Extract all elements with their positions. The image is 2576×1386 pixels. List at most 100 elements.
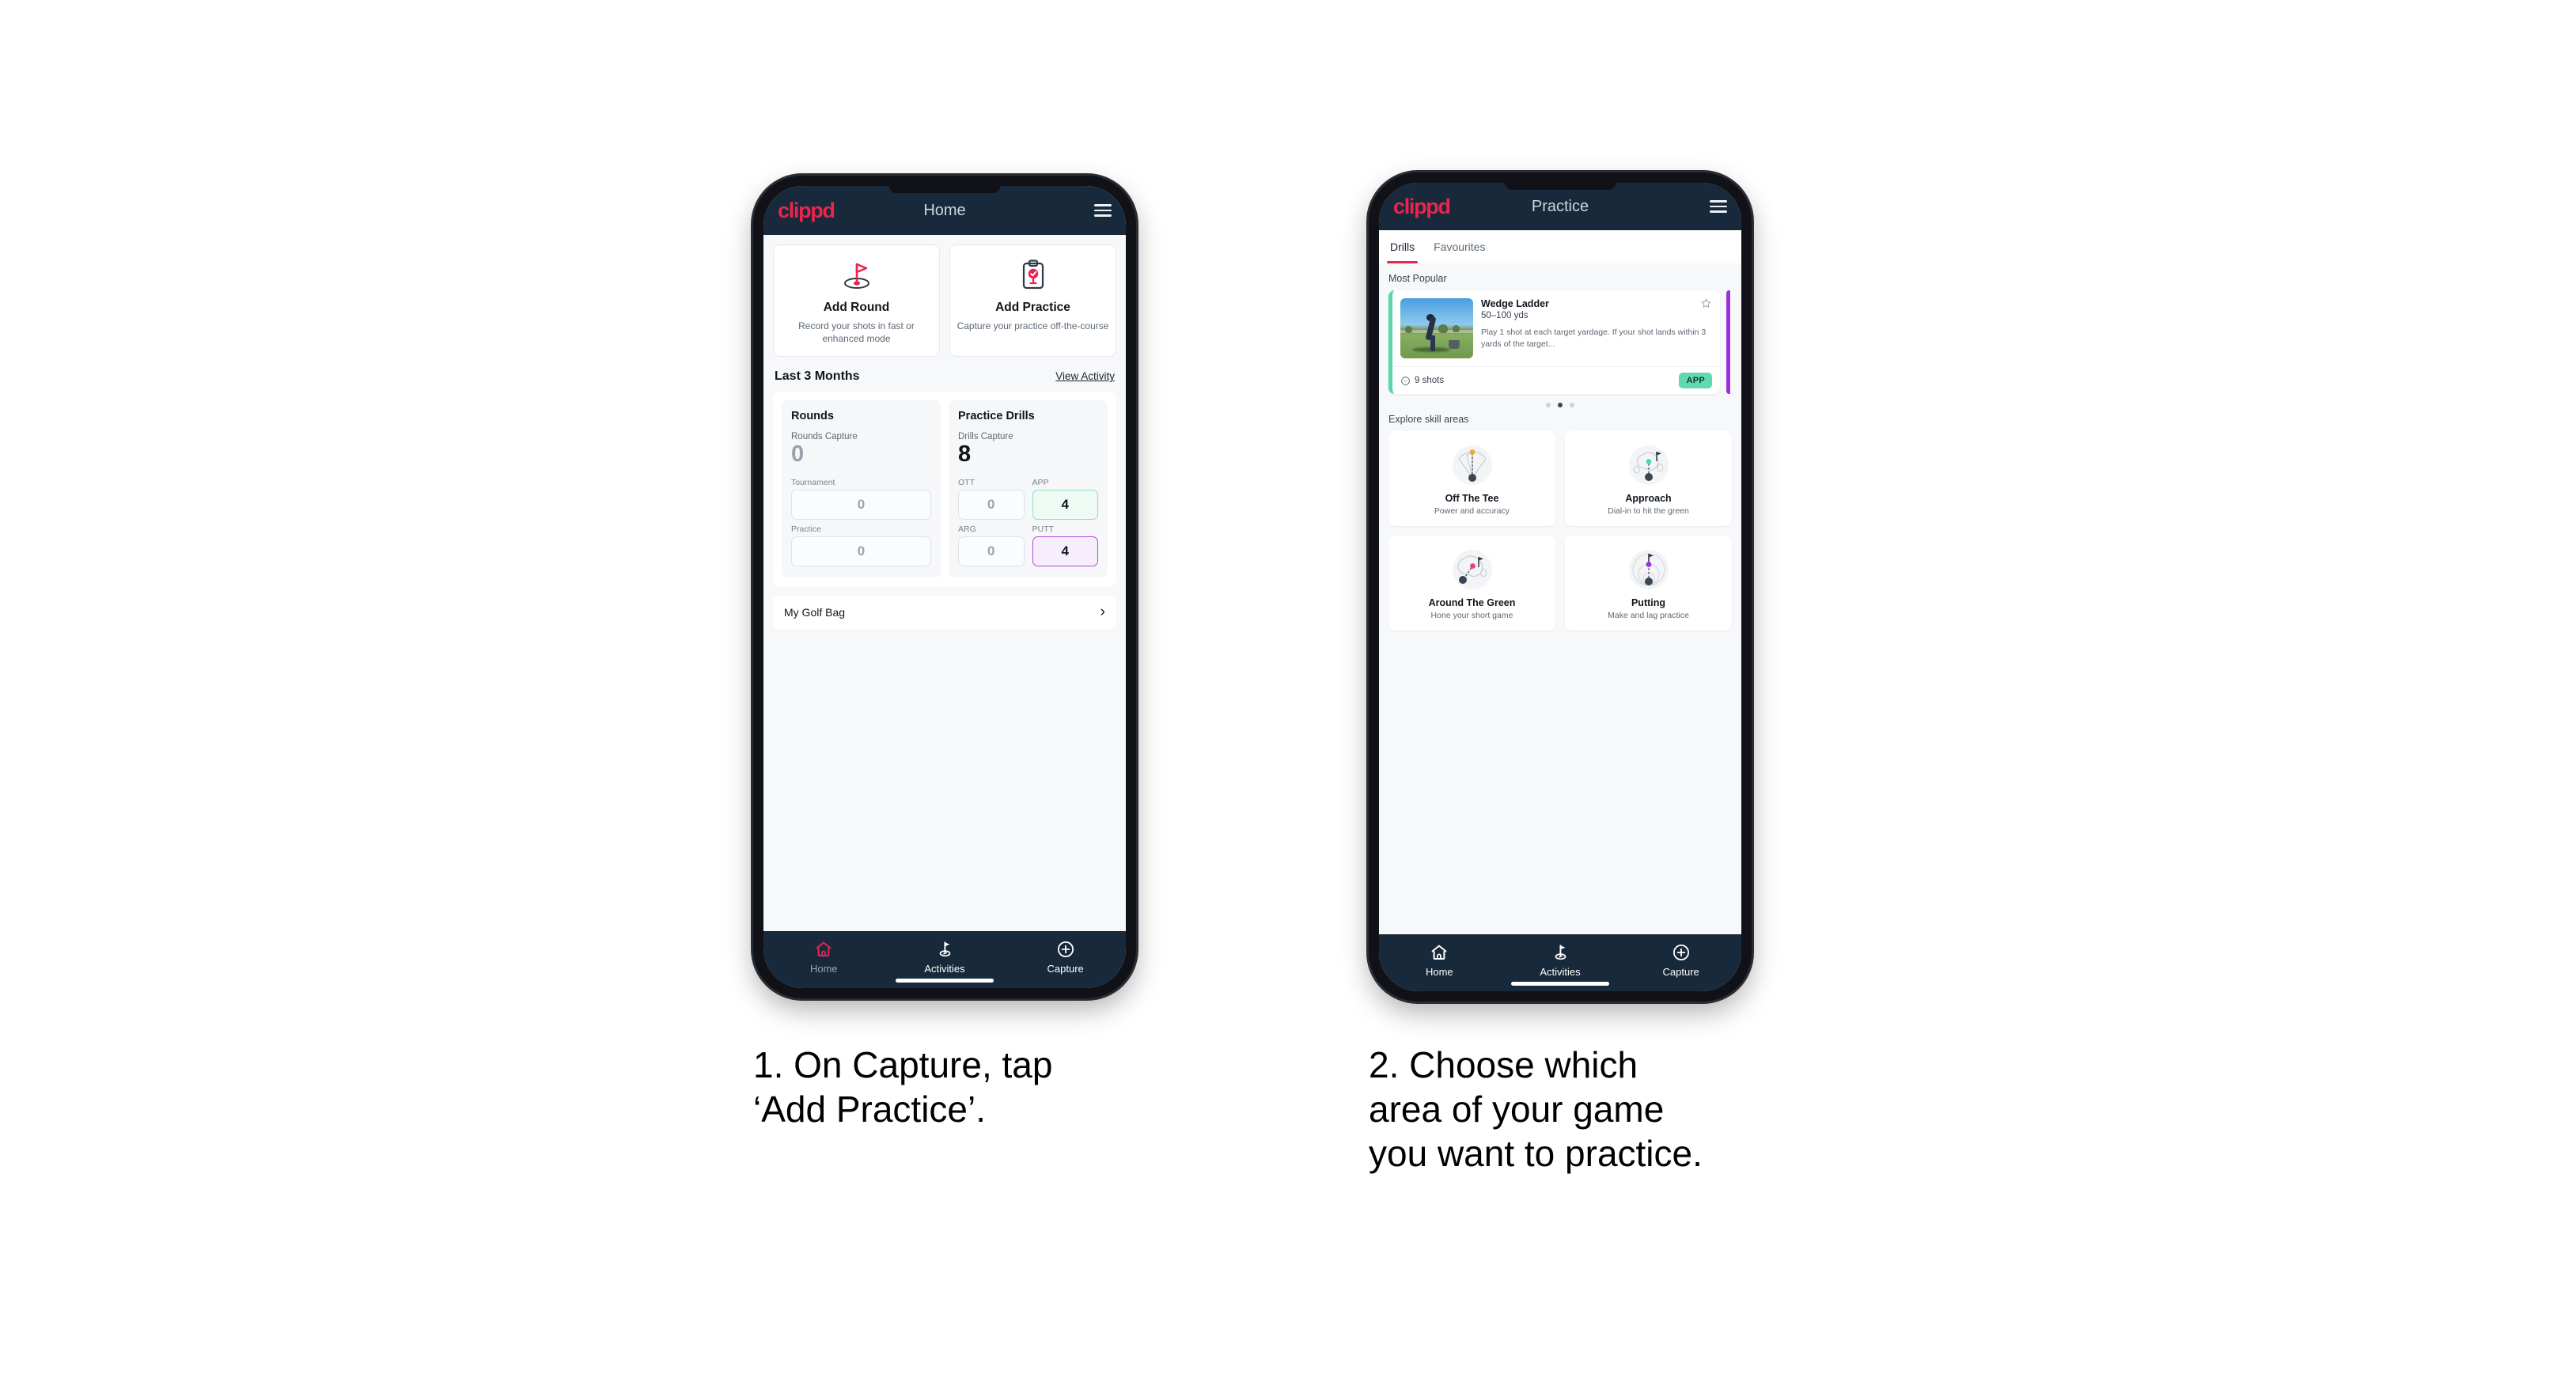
rounds-metric-grid: Tournament 0 Practice 0	[791, 478, 931, 566]
approach-icon	[1571, 441, 1726, 488]
add-round-subtitle: Record your shots in fast or enhanced mo…	[798, 320, 915, 345]
nav-label-activities: Activities	[1540, 966, 1581, 978]
rounds-title: Rounds	[791, 410, 834, 423]
metric-label: Tournament	[791, 477, 835, 487]
metric-value: 0	[958, 489, 1025, 520]
my-golf-bag-row[interactable]: My Golf Bag ›	[773, 595, 1116, 629]
rounds-capture-value: 0	[791, 441, 805, 468]
drill-shots: 9 shots	[1400, 376, 1444, 386]
rounds-stats-column: Rounds Rounds Capture 0 Tournament 0 Pra…	[782, 400, 941, 578]
phone-screen-home: clippd Home Add Round Record your shots …	[763, 186, 1126, 988]
view-activity-link[interactable]: View Activity	[1055, 370, 1115, 382]
drill-title: Wedge Ladder	[1481, 298, 1549, 309]
practice-scroll-area[interactable]: Most Popular Wedge Ladder 50–100 yds Pla…	[1379, 263, 1741, 934]
app-header: clippd Practice	[1379, 183, 1741, 230]
hamburger-icon[interactable]	[1710, 200, 1727, 213]
bottom-navigation-practice: Home Activities Capture	[1379, 934, 1741, 991]
skill-card-around-the-green[interactable]: Around The Green Hone your short game	[1388, 536, 1555, 631]
practice-tabs: Drills Favourites	[1379, 230, 1741, 263]
add-practice-subtitle: Capture your practice off-the-course	[957, 320, 1109, 331]
phone-mockup-practice: clippd Practice Drills Favourites Most P…	[1369, 172, 1752, 1002]
metric-value: 4	[1032, 536, 1098, 566]
clippd-logo[interactable]: clippd	[778, 199, 835, 223]
skill-card-approach[interactable]: Approach Dial-in to hit the green	[1565, 431, 1732, 526]
golf-activities-icon	[939, 941, 951, 957]
metric-label: ARG	[958, 524, 976, 534]
practice-drills-stats-column: Practice Drills Drills Capture 8 OTT 0 A…	[949, 400, 1108, 578]
nav-label-activities: Activities	[924, 963, 965, 975]
metric-value: 4	[1032, 489, 1098, 520]
hamburger-bar	[1094, 209, 1112, 212]
skill-card-putting[interactable]: Putting Make and lag practice	[1565, 536, 1732, 631]
carousel-dot-active[interactable]	[1558, 403, 1563, 407]
metric-app[interactable]: APP 4	[1032, 478, 1098, 520]
drill-card-next-peek[interactable]	[1726, 290, 1732, 394]
drill-thumbnail	[1400, 298, 1473, 358]
skill-subtitle: Power and accuracy	[1434, 506, 1510, 516]
nav-item-home[interactable]: Home	[1380, 943, 1499, 978]
metric-putt[interactable]: PUTT 4	[1032, 524, 1098, 566]
drill-tag-badge: APP	[1679, 373, 1712, 388]
skill-name: Approach	[1625, 493, 1672, 504]
nav-item-activities[interactable]: Activities	[885, 940, 1004, 975]
carousel-dot[interactable]	[1546, 403, 1551, 407]
add-practice-card[interactable]: Add Practice Capture your practice off-t…	[949, 244, 1116, 358]
chevron-right-icon: ›	[1100, 604, 1105, 621]
clippd-logo[interactable]: clippd	[1393, 195, 1451, 219]
metric-label: OTT	[958, 477, 975, 487]
app-header: clippd Home	[763, 186, 1126, 235]
phone-mockup-home: clippd Home Add Round Record your shots …	[753, 176, 1136, 998]
nav-item-activities[interactable]: Activities	[1500, 943, 1619, 978]
phone-screen-practice: clippd Practice Drills Favourites Most P…	[1379, 183, 1741, 991]
nav-label-home: Home	[809, 963, 838, 975]
last-3-months-header: Last 3 Months View Activity	[775, 369, 1115, 384]
section-title: Last 3 Months	[775, 369, 860, 384]
add-round-card[interactable]: Add Round Record your shots in fast or e…	[773, 244, 940, 358]
nav-item-capture[interactable]: Capture	[1006, 940, 1125, 975]
plus-circle-icon	[1673, 944, 1689, 961]
home-indicator-bar	[1511, 982, 1609, 986]
off-the-tee-icon	[1395, 441, 1549, 488]
home-icon	[816, 941, 832, 956]
metric-arg[interactable]: ARG 0	[958, 524, 1025, 566]
tab-drills[interactable]: Drills	[1386, 230, 1419, 263]
skill-subtitle: Make and lag practice	[1608, 611, 1689, 620]
nav-label-home: Home	[1425, 966, 1453, 978]
metric-ott[interactable]: OTT 0	[958, 478, 1025, 520]
carousel-dot[interactable]	[1570, 403, 1574, 407]
metric-practice[interactable]: Practice 0	[791, 524, 931, 566]
putting-icon	[1571, 545, 1726, 593]
drill-card-wedge-ladder[interactable]: Wedge Ladder 50–100 yds Play 1 shot at e…	[1388, 290, 1720, 394]
nav-label-capture: Capture	[1047, 963, 1084, 975]
most-popular-label: Most Popular	[1388, 273, 1447, 284]
drill-carousel[interactable]: Wedge Ladder 50–100 yds Play 1 shot at e…	[1388, 290, 1732, 394]
golf-ball-icon	[1401, 376, 1410, 385]
star-outline-icon[interactable]	[1700, 297, 1712, 309]
hamburger-bar	[1094, 204, 1112, 206]
skill-subtitle: Dial-in to hit the green	[1608, 506, 1689, 516]
drill-footer: 9 shots APP	[1392, 366, 1720, 394]
home-scroll-area[interactable]: Add Round Record your shots in fast or e…	[763, 235, 1126, 931]
drills-capture-value: 8	[958, 441, 972, 468]
around-the-green-icon	[1395, 545, 1549, 593]
phone-notch	[889, 186, 1000, 193]
nav-item-home[interactable]: Home	[764, 940, 884, 975]
caption-step-2: 2. Choose which area of your game you wa…	[1369, 1044, 1703, 1175]
skill-name: Around The Green	[1428, 597, 1516, 608]
add-round-title: Add Round	[823, 301, 890, 314]
skill-card-off-the-tee[interactable]: Off The Tee Power and accuracy	[1388, 431, 1555, 526]
metric-tournament[interactable]: Tournament 0	[791, 478, 931, 520]
phone-notch	[1505, 183, 1616, 190]
skill-name: Putting	[1631, 597, 1666, 608]
nav-item-capture[interactable]: Capture	[1621, 943, 1741, 978]
hamburger-bar	[1094, 214, 1112, 217]
skill-areas-grid: Off The Tee Power and accuracy Approach …	[1388, 431, 1732, 631]
golf-activities-icon	[1555, 945, 1566, 960]
metric-value: 0	[791, 489, 931, 520]
metric-value: 0	[791, 536, 931, 566]
stats-card: Rounds Rounds Capture 0 Tournament 0 Pra…	[773, 392, 1116, 586]
tab-favourites[interactable]: Favourites	[1434, 230, 1485, 263]
hamburger-icon[interactable]	[1094, 204, 1112, 217]
skill-name: Off The Tee	[1445, 493, 1499, 504]
skill-subtitle: Hone your short game	[1430, 611, 1513, 620]
